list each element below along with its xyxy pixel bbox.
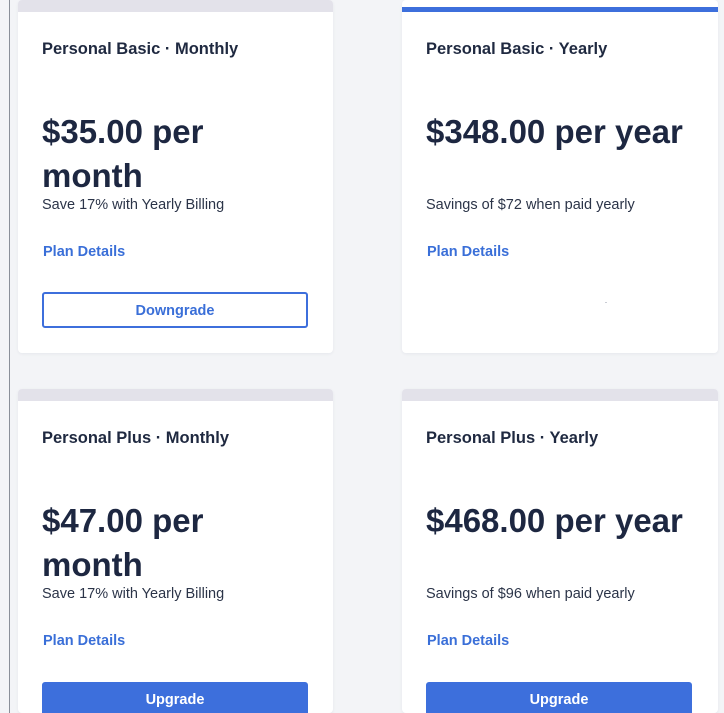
plan-details-link[interactable]: Plan Details [427,244,509,260]
plan-card-plus-yearly: Personal Plus · Yearly $468.00 per year … [402,389,718,713]
current-plan-bar [402,7,718,12]
plan-card-basic-yearly: Personal Basic · Yearly $348.00 per year… [402,0,718,353]
plan-details-link[interactable]: Plan Details [427,633,509,649]
plan-savings-note: Savings of $72 when paid yearly [426,197,635,213]
downgrade-button[interactable]: Downgrade [42,292,308,328]
plan-price: $47.00 per month [42,502,204,583]
plan-card-basic-monthly: Personal Basic · Monthly $35.00 per mont… [18,0,333,353]
plan-savings-note: Savings of $96 when paid yearly [426,586,635,602]
plan-details-link[interactable]: Plan Details [43,244,125,260]
plan-title: Personal Basic · Yearly [426,40,608,58]
plan-status-bar [18,389,333,401]
upgrade-button[interactable]: Upgrade [42,682,308,713]
plan-price: $348.00 per year [426,113,683,150]
plan-savings-note: Save 17% with Yearly Billing [42,197,225,213]
plan-title: Personal Plus · Yearly [426,429,599,447]
stray-dot [605,302,607,303]
plan-details-link[interactable]: Plan Details [43,633,125,649]
plan-title: Personal Basic · Monthly [42,40,239,58]
upgrade-button[interactable]: Upgrade [426,682,692,713]
page-divider [9,0,10,713]
plan-card-plus-monthly: Personal Plus · Monthly $47.00 per month… [18,389,333,713]
plan-savings-note: Save 17% with Yearly Billing [42,586,225,602]
plan-price: $468.00 per year [426,502,683,539]
plan-title: Personal Plus · Monthly [42,429,230,447]
plan-price: $35.00 per month [42,113,204,194]
plan-status-bar [402,389,718,401]
plan-status-bar [18,0,333,12]
